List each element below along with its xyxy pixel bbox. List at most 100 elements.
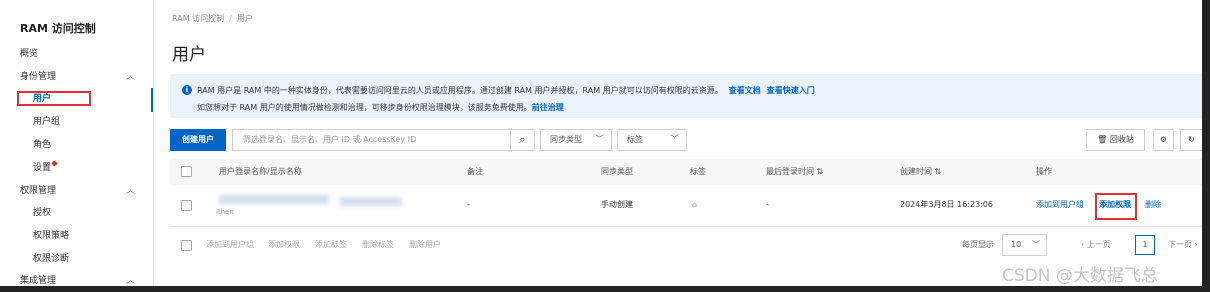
sidebar-item-label: 集成管理	[20, 276, 57, 286]
batch-delete-user[interactable]: 删除用户	[409, 232, 441, 258]
column-header: 标签	[690, 167, 706, 176]
window-edge	[0, 286, 1210, 292]
table-row: ithen - 手动创建 ⌂ - 2024年3月8日 16:23:06 添加到用…	[170, 185, 1202, 227]
chevron-down-icon: ﹀	[594, 135, 604, 145]
column-header: 同步类型	[601, 167, 633, 176]
page-size-value: 10	[1011, 240, 1022, 249]
breadcrumb-separator: /	[229, 14, 232, 23]
sidebar-item-roles[interactable]: 角色	[0, 135, 153, 155]
trash-icon: 🗑	[1097, 135, 1108, 144]
add-to-group-link[interactable]: 添加到用户组	[1036, 185, 1084, 225]
go-govern-link[interactable]: 前往治理	[532, 103, 564, 112]
select-all-checkbox[interactable]	[181, 166, 192, 177]
column-label: 创建时间	[900, 167, 932, 176]
sidebar-item-label: 身份管理	[20, 72, 57, 82]
sidebar-group-permissions[interactable]: 权限管理 ︿	[0, 181, 153, 201]
notification-dot-icon	[52, 161, 58, 166]
column-header[interactable]: 最后登录时间 ⇅	[766, 159, 823, 185]
breadcrumb-root[interactable]: RAM 访问控制	[172, 14, 224, 23]
sort-icon: ⇅	[934, 167, 942, 176]
sidebar-item-overview[interactable]: 概览	[0, 44, 153, 64]
sidebar: RAM 访问控制 概览 身份管理 ︿ 用户 用户组 角色 设置 权限管理 ︿ 授权 …	[0, 0, 154, 286]
watermark: CSDN @大数据飞总	[1002, 266, 1158, 286]
select-all-checkbox[interactable]	[181, 240, 192, 251]
column-header: 操作	[1036, 167, 1052, 176]
notice-text: RAM 用户是 RAM 中的一种实体身份，代表需要访问阿里云的人员或应用程序。通…	[197, 86, 723, 95]
per-page-label: 每页显示	[962, 240, 994, 249]
button-label: 回收站	[1109, 135, 1134, 144]
column-header: 用户登录名称/显示名称	[219, 167, 302, 176]
create-user-button[interactable]: 创建用户	[170, 129, 226, 151]
prev-page-button[interactable]: ‹ 上一页	[1081, 232, 1111, 258]
column-header[interactable]: 创建时间 ⇅	[900, 159, 941, 185]
tag-icon[interactable]: ⌂	[692, 185, 697, 225]
sidebar-item-label: 概览	[20, 49, 39, 59]
select-label: 同步类型	[550, 135, 582, 144]
table-footer: 添加到用户组 添加权限 添加标签 删除标签 删除用户 每页显示 10 ﹀ ‹ 上一…	[170, 232, 1202, 258]
search-placeholder: 筛选登录名、显示名、用户 ID 或 AccessKey ID	[243, 135, 417, 144]
sidebar-item-label: 用户组	[33, 117, 61, 127]
notice-line-2: 如您想对于 RAM 用户的使用情况做检测和治理，可移步身份权限治理模块，该服务免…	[197, 102, 564, 113]
user-name-partial[interactable]: ithen	[216, 208, 234, 216]
settings-gear-icon[interactable]: ⚙	[1153, 129, 1174, 151]
sync-type-select[interactable]: 同步类型 ﹀	[540, 129, 612, 151]
sidebar-item-label: 权限策略	[33, 231, 70, 241]
batch-add-tag[interactable]: 添加标签	[315, 232, 347, 258]
sidebar-item-diagnostics[interactable]: 权限诊断	[0, 249, 153, 269]
console-brand: RAM 访问控制	[20, 22, 96, 35]
view-docs-link[interactable]: 查看文档	[729, 86, 761, 95]
search-icon[interactable]: ⌕	[510, 129, 535, 151]
highlight-box-add-permission	[1095, 193, 1137, 220]
sidebar-item-label: 授权	[33, 208, 52, 218]
chevron-down-icon: ﹀	[1032, 240, 1040, 249]
app-frame: RAM 访问控制 概览 身份管理 ︿ 用户 用户组 角色 设置 权限管理 ︿ 授权 …	[0, 0, 1210, 292]
sidebar-item-policies[interactable]: 权限策略	[0, 226, 153, 246]
window-edge	[1202, 0, 1210, 292]
row-checkbox[interactable]	[181, 200, 192, 211]
batch-add-permission[interactable]: 添加权限	[268, 232, 300, 258]
tag-select[interactable]: 标签 ﹀	[617, 129, 687, 151]
sort-icon: ⇅	[816, 167, 824, 176]
search-input[interactable]: 筛选登录名、显示名、用户 ID 或 AccessKey ID	[232, 129, 534, 151]
sidebar-item-grants[interactable]: 授权	[0, 203, 153, 223]
redacted-name	[340, 197, 402, 206]
notice-line-1: RAM 用户是 RAM 中的一种实体身份，代表需要访问阿里云的人员或应用程序。通…	[197, 85, 815, 96]
chevron-up-icon: ︿	[125, 72, 135, 82]
chevron-left-icon: ‹	[1081, 240, 1085, 249]
next-page-button[interactable]: 下一页 ›	[1168, 232, 1198, 258]
breadcrumb-current: 用户	[236, 14, 253, 23]
cell-last-login: -	[766, 200, 769, 209]
delete-link[interactable]: 删除	[1145, 185, 1161, 225]
sidebar-item-label: 设置	[33, 163, 52, 173]
quickstart-link[interactable]: 查看快速入门	[767, 86, 815, 95]
column-header: 备注	[467, 167, 483, 176]
refresh-icon[interactable]: ↻	[1180, 129, 1202, 151]
sidebar-item-user-groups[interactable]: 用户组	[0, 112, 153, 132]
info-notice: i RAM 用户是 RAM 中的一种实体身份，代表需要访问阿里云的人员或应用程序…	[170, 74, 1202, 118]
page-number-current[interactable]: 1	[1135, 235, 1155, 255]
cell-remark: -	[467, 200, 470, 209]
redacted-name	[219, 195, 329, 204]
cell-created: 2024年3月8日 16:23:06	[900, 200, 994, 209]
sidebar-item-label: 角色	[33, 140, 52, 150]
info-icon: i	[182, 85, 192, 95]
cell-sync-type: 手动创建	[601, 200, 633, 209]
sidebar-item-label: 权限管理	[20, 186, 57, 196]
main-content: RAM 访问控制 / 用户 用户 i RAM 用户是 RAM 中的一种实体身份，代表…	[155, 0, 1202, 286]
chevron-up-icon: ︿	[125, 186, 135, 196]
page-title: 用户	[172, 45, 206, 65]
sidebar-item-settings[interactable]: 设置	[0, 158, 153, 178]
notice-text: 如您想对于 RAM 用户的使用情况做检测和治理，可移步身份权限治理模块，该服务免…	[197, 103, 532, 112]
sidebar-group-identity[interactable]: 身份管理 ︿	[0, 67, 153, 87]
page-size-select[interactable]: 10 ﹀	[1002, 234, 1047, 256]
batch-remove-tag[interactable]: 删除标签	[362, 232, 394, 258]
select-label: 标签	[627, 135, 643, 144]
batch-add-to-group[interactable]: 添加到用户组	[206, 232, 254, 258]
active-indicator	[151, 88, 153, 112]
breadcrumb: RAM 访问控制 / 用户	[172, 13, 253, 24]
column-label: 最后登录时间	[766, 167, 814, 176]
sidebar-item-label: 权限诊断	[33, 254, 70, 264]
chevron-down-icon: ﹀	[669, 135, 679, 145]
recycle-bin-button[interactable]: 🗑 回收站	[1086, 129, 1145, 151]
highlight-box-users	[17, 91, 91, 106]
